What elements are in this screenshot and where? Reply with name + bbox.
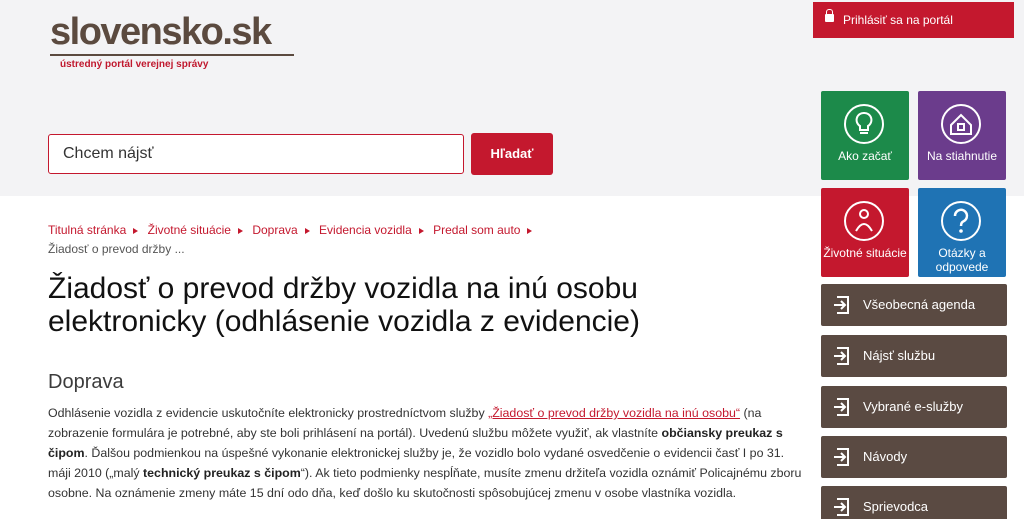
side-menu-najst-sluzbu[interactable]: Nájsť službu xyxy=(821,335,1007,377)
side-menu-vseobecna-agenda[interactable]: Všeobecná agenda xyxy=(821,284,1007,326)
tile-ako-zacat[interactable]: Ako začať xyxy=(821,91,909,180)
breadcrumb-current: Žiadosť o prevod držby ... xyxy=(48,242,185,256)
lightbulb-icon xyxy=(844,104,884,144)
body-paragraph: Odhlásenie vozidla z evidencie uskutoční… xyxy=(48,403,803,503)
tile-zivotne-situacie[interactable]: Životné situácie xyxy=(821,188,909,277)
side-menu-sprievodca[interactable]: Sprievodca xyxy=(821,486,1007,519)
side-menu-vybrane-esluzby[interactable]: Vybrané e-služby xyxy=(821,386,1007,428)
tile-label: Na stiahnutie xyxy=(926,149,998,163)
login-button[interactable]: Prihlásiť sa na portál xyxy=(813,2,1014,38)
login-arrow-icon xyxy=(834,498,849,516)
lock-icon xyxy=(825,9,834,22)
breadcrumb: Titulná stránka Životné situácie Doprava… xyxy=(48,223,728,256)
breadcrumb-link[interactable]: Životné situácie xyxy=(148,223,244,237)
site-logo[interactable]: slovensko.sk ústredný portál verejnej sp… xyxy=(50,12,295,70)
download-house-icon xyxy=(941,104,981,144)
breadcrumb-link[interactable]: Titulná stránka xyxy=(48,223,139,237)
question-icon xyxy=(941,201,981,241)
side-menu-navody[interactable]: Návody xyxy=(821,436,1007,478)
person-icon xyxy=(844,201,884,241)
logo-wordmark: slovensko.sk xyxy=(50,11,272,53)
side-menu-label: Všeobecná agenda xyxy=(863,297,976,312)
logo-tagline: ústredný portál verejnej správy xyxy=(60,59,209,70)
login-label: Prihlásiť sa na portál xyxy=(843,13,953,27)
tile-label: Otázky a odpovede xyxy=(935,246,989,274)
breadcrumb-link[interactable]: Evidencia vozidla xyxy=(319,223,424,237)
service-link[interactable]: „Žiadosť o prevod držby vozidla na inú o… xyxy=(488,406,740,420)
paragraph-text: Odhlásenie vozidla z evidencie uskutoční… xyxy=(48,406,489,420)
tile-na-stiahnutie[interactable]: Na stiahnutie xyxy=(918,91,1006,180)
side-menu-label: Nájsť službu xyxy=(863,348,936,363)
side-menu-label: Návody xyxy=(863,449,908,464)
login-arrow-icon xyxy=(834,398,849,416)
breadcrumb-link[interactable]: Predal som auto xyxy=(433,223,533,237)
login-arrow-icon xyxy=(834,347,849,365)
side-menu-label: Sprievodca xyxy=(863,499,929,514)
tile-otazky-a-odpovede[interactable]: Otázky a odpovede xyxy=(918,188,1006,277)
tile-label: Životné situácie xyxy=(823,246,907,260)
page-title-line-2: elektronicky (odhlásenie vozidla z evide… xyxy=(48,305,640,338)
breadcrumb-link[interactable]: Doprava xyxy=(252,223,311,237)
side-menu-label: Vybrané e-služby xyxy=(863,399,963,414)
login-arrow-icon xyxy=(834,448,849,466)
page-title: Žiadosť o prevod držby vozidla na inú os… xyxy=(48,272,768,338)
login-arrow-icon xyxy=(834,296,849,314)
search-button[interactable]: Hľadať xyxy=(471,133,553,175)
search-input[interactable]: Chcem nájsť xyxy=(48,134,464,174)
section-heading: Doprava xyxy=(48,371,124,393)
paragraph-bold: technický preukaz s čipom xyxy=(143,466,301,480)
tile-label: Ako začať xyxy=(838,149,892,163)
search-placeholder: Chcem nájsť xyxy=(63,145,154,162)
logo-underline xyxy=(50,54,294,56)
page-title-line-1: Žiadosť o prevod držby vozidla na inú os… xyxy=(48,272,638,305)
